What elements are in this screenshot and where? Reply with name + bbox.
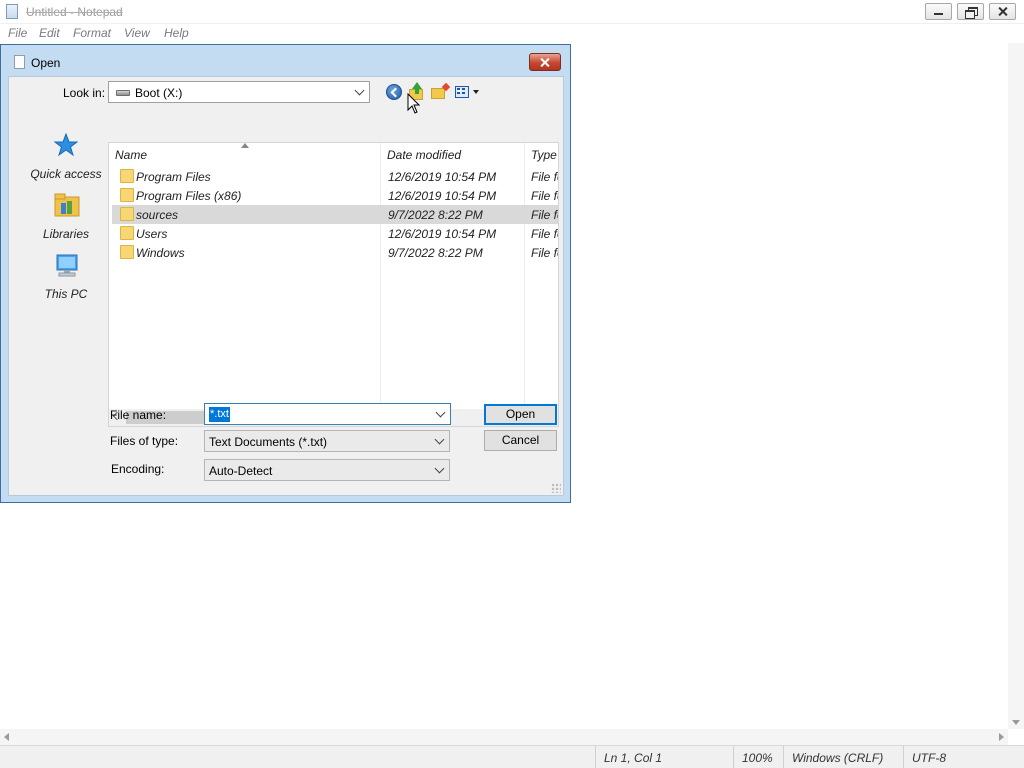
file-name-value: *.txt: [209, 407, 230, 422]
computer-icon: [56, 254, 78, 277]
file-date-modified: 12/6/2019 10:54 PM: [388, 227, 497, 241]
column-header-name[interactable]: Name: [115, 148, 147, 162]
minimize-button[interactable]: [925, 3, 952, 20]
encoding-value: Auto-Detect: [209, 464, 273, 478]
star-icon: [54, 133, 78, 157]
file-name-label: File name:: [110, 408, 167, 422]
column-header-date[interactable]: Date modified: [387, 148, 461, 162]
restore-button[interactable]: [957, 3, 984, 20]
dialog-title: Open: [31, 56, 61, 70]
file-date-modified: 12/6/2019 10:54 PM: [388, 189, 497, 203]
sort-ascending-icon: [241, 143, 249, 148]
horizontal-scrollbar[interactable]: [0, 729, 1008, 745]
encoding-dropdown[interactable]: Auto-Detect: [204, 459, 450, 481]
look-in-label: Look in:: [63, 86, 106, 100]
file-name: Users: [136, 227, 168, 241]
encoding-label: Encoding:: [111, 462, 165, 476]
folder-icon: [120, 226, 134, 240]
new-folder-icon: [431, 88, 445, 99]
up-arrow-icon: [412, 82, 422, 89]
file-row[interactable]: Program Files 12/6/2019 10:54 PM File fo: [112, 167, 558, 186]
place-this-pc[interactable]: This PC: [21, 253, 111, 313]
folder-icon: [120, 207, 134, 221]
back-button[interactable]: [384, 82, 404, 102]
status-zoom: 100%: [733, 746, 781, 768]
menu-edit[interactable]: Edit: [39, 26, 60, 40]
file-list[interactable]: Name Date modified Type Program Files 12/…: [108, 142, 559, 427]
place-quick-access[interactable]: Quick access: [21, 133, 111, 193]
back-arrow-icon: [386, 84, 402, 100]
notepad-app-icon: [6, 4, 18, 19]
open-dialog: Open Look in: Boot (X:) Quick access Lib…: [0, 44, 571, 503]
chevron-down-icon: [354, 85, 365, 96]
status-encoding: UTF-8: [903, 746, 1024, 768]
place-libraries[interactable]: Libraries: [21, 193, 111, 253]
chevron-down-icon: [434, 434, 445, 445]
cancel-button[interactable]: Cancel: [484, 430, 557, 451]
file-type: File fo: [531, 246, 558, 260]
file-type: File fo: [531, 208, 558, 222]
dialog-close-button[interactable]: [529, 53, 561, 71]
close-button[interactable]: [989, 3, 1016, 20]
view-menu-button[interactable]: [453, 82, 483, 102]
notepad-titlebar[interactable]: Untitled - Notepad: [0, 0, 1024, 24]
chevron-down-icon[interactable]: [435, 407, 446, 418]
mouse-pointer-icon: [407, 93, 421, 114]
menu-file[interactable]: File: [8, 26, 27, 40]
menu-bar: File Edit Format View Help: [0, 24, 1024, 43]
folder-icon: [120, 188, 134, 202]
look-in-value: Boot (X:): [135, 86, 183, 100]
window-title: Untitled - Notepad: [26, 5, 123, 19]
folder-icon: [120, 169, 134, 183]
place-label: Quick access: [30, 167, 102, 181]
place-label: This PC: [44, 287, 88, 301]
new-folder-button[interactable]: [430, 82, 451, 102]
column-header-type[interactable]: Type: [531, 148, 557, 162]
file-date-modified: 12/6/2019 10:54 PM: [388, 170, 497, 184]
file-type: File fo: [531, 189, 558, 203]
file-name-input[interactable]: *.txt: [204, 403, 451, 425]
libraries-icon: [54, 193, 80, 217]
file-row[interactable]: Users 12/6/2019 10:54 PM File fo: [112, 224, 558, 243]
resize-grip-icon[interactable]: [551, 483, 561, 493]
file-type: File fo: [531, 170, 558, 184]
file-row[interactable]: sources 9/7/2022 8:22 PM File fo: [112, 205, 558, 224]
place-label: Libraries: [42, 227, 90, 241]
file-date-modified: 9/7/2022 8:22 PM: [388, 208, 483, 222]
file-name: Program Files: [136, 170, 211, 184]
files-of-type-label: Files of type:: [110, 434, 179, 448]
vertical-scrollbar[interactable]: [1008, 43, 1024, 729]
scroll-down-icon[interactable]: [1012, 720, 1020, 725]
drive-icon: [116, 90, 130, 96]
file-row[interactable]: Windows 9/7/2022 8:22 PM File fo: [112, 243, 558, 262]
file-row[interactable]: Program Files (x86) 12/6/2019 10:54 PM Fil…: [112, 186, 558, 205]
file-name: Windows: [136, 246, 185, 260]
dropdown-arrow-icon: [473, 90, 479, 94]
open-button[interactable]: Open: [484, 404, 557, 425]
look-in-dropdown[interactable]: Boot (X:): [108, 81, 370, 103]
status-line-endings: Windows (CRLF): [783, 746, 901, 768]
files-of-type-dropdown[interactable]: Text Documents (*.txt): [204, 430, 450, 452]
dialog-document-icon: [14, 55, 25, 69]
dialog-body: Look in: Boot (X:) Quick access Librarie…: [8, 76, 564, 496]
folder-icon: [120, 245, 134, 259]
menu-help[interactable]: Help: [164, 26, 189, 40]
menu-format[interactable]: Format: [73, 26, 111, 40]
scroll-right-icon[interactable]: [999, 733, 1004, 741]
status-bar: Ln 1, Col 1 100% Windows (CRLF) UTF-8: [0, 745, 1024, 768]
file-date-modified: 9/7/2022 8:22 PM: [388, 246, 483, 260]
chevron-down-icon: [434, 463, 445, 474]
files-of-type-value: Text Documents (*.txt): [209, 435, 328, 449]
view-grid-icon: [455, 86, 469, 98]
file-name: Program Files (x86): [136, 189, 242, 203]
menu-view[interactable]: View: [124, 26, 150, 40]
status-position: Ln 1, Col 1: [595, 746, 731, 768]
file-name: sources: [136, 208, 179, 222]
file-type: File fo: [531, 227, 558, 241]
scroll-left-icon[interactable]: [4, 733, 9, 741]
